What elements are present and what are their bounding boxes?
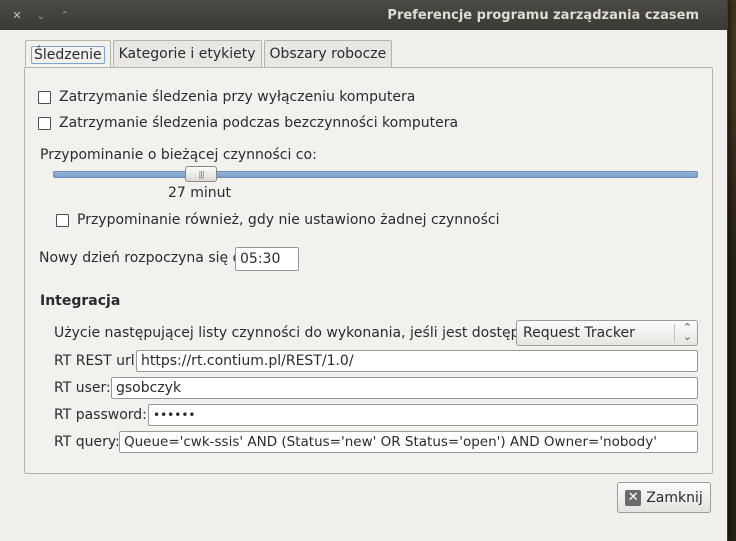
tab-bar: Śledzenie Kategorie i etykiety Obszary r… — [25, 40, 394, 68]
rt-password-input[interactable]: •••••• — [148, 404, 698, 426]
stop-on-idle-checkbox[interactable] — [38, 116, 51, 130]
maximize-window-icon[interactable]: ⌃ — [56, 6, 74, 24]
rt-query-label: RT query: — [54, 434, 120, 450]
rt-user-input[interactable]: gsobczyk — [111, 377, 698, 399]
close-window-icon[interactable]: ✕ — [8, 6, 26, 24]
stop-on-idle-label: Zatrzymanie śledzenia podczas bezczynnoś… — [59, 115, 459, 131]
minimize-window-icon[interactable]: ⌄ — [32, 6, 50, 24]
preferences-window: ✕ ⌄ ⌃ Preferencje programu zarządzania c… — [0, 0, 728, 541]
reminder-slider-trough[interactable] — [53, 171, 698, 178]
close-button[interactable]: ✕ Zamknij — [617, 482, 711, 513]
tab-tracking[interactable]: Śledzenie — [25, 40, 111, 68]
combo-separator — [674, 324, 675, 342]
rt-user-label: RT user: — [54, 380, 111, 396]
rt-query-input[interactable]: Queue='cwk-ssis' AND (Status='new' OR St… — [119, 431, 698, 453]
todo-list-selected: Request Tracker — [523, 325, 635, 341]
stop-on-shutdown-row[interactable]: Zatrzymanie śledzenia przy wyłączeniu ko… — [38, 89, 415, 105]
tab-tracking-label: Śledzenie — [31, 45, 105, 64]
reminder-slider-handle[interactable]: ||| — [185, 166, 217, 182]
reminder-label: Przypominanie o bieżącej czynności co: — [40, 147, 317, 163]
remind-no-activity-row[interactable]: Przypominanie również, gdy nie ustawiono… — [56, 212, 499, 228]
integration-heading: Integracja — [40, 293, 121, 309]
tab-workspaces[interactable]: Obszary robocze — [263, 40, 393, 67]
rt-password-label: RT password: — [54, 407, 147, 423]
rt-url-label: RT REST url: — [54, 353, 140, 369]
tracking-panel: Zatrzymanie śledzenia przy wyłączeniu ko… — [24, 67, 713, 474]
reminder-value: 27 minut — [168, 185, 232, 201]
todo-list-label: Użycie następującej listy czynności do w… — [54, 325, 542, 341]
new-day-time-input[interactable]: 05:30 — [235, 247, 299, 271]
todo-list-select[interactable]: Request Tracker ⌃ ⌄ — [516, 320, 698, 346]
new-day-label: Nowy dzień rozpoczyna się o — [39, 250, 242, 266]
close-button-label: Zamknij — [646, 489, 703, 506]
tab-workspaces-label: Obszary robocze — [269, 46, 387, 62]
rt-url-input[interactable]: https://rt.contium.pl/REST/1.0/ — [136, 350, 698, 372]
tab-categories-label: Kategorie i etykiety — [118, 46, 256, 62]
stop-on-idle-row[interactable]: Zatrzymanie śledzenia podczas bezczynnoś… — [38, 115, 458, 131]
title-bar: ✕ ⌄ ⌃ Preferencje programu zarządzania c… — [0, 0, 727, 30]
stop-on-shutdown-checkbox[interactable] — [38, 90, 51, 104]
window-title: Preferencje programu zarządzania czasem — [387, 8, 699, 23]
tab-categories-tags[interactable]: Kategorie i etykiety — [112, 40, 262, 67]
stop-on-shutdown-label: Zatrzymanie śledzenia przy wyłączeniu ko… — [59, 89, 416, 105]
close-x-icon: ✕ — [625, 489, 642, 506]
remind-no-activity-label: Przypominanie również, gdy nie ustawiono… — [77, 212, 500, 228]
remind-no-activity-checkbox[interactable] — [56, 213, 69, 227]
combo-updown-icon: ⌃ ⌄ — [682, 321, 692, 343]
